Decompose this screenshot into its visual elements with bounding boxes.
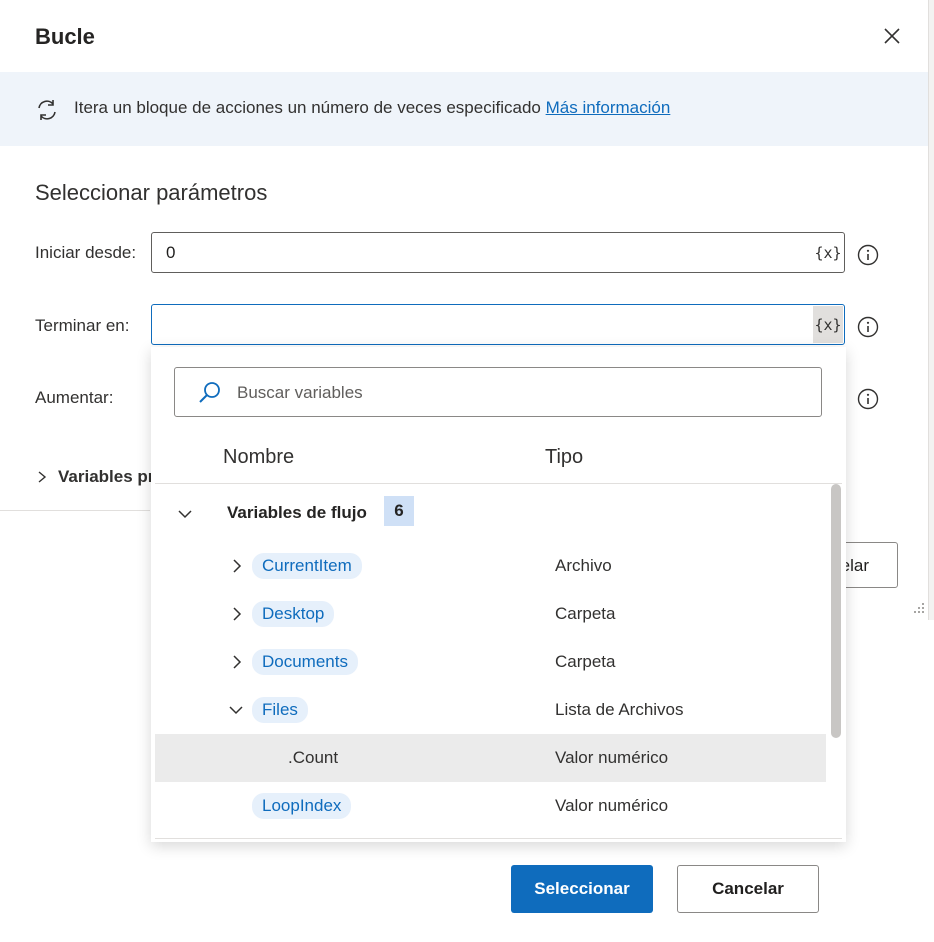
column-header-name[interactable]: Nombre xyxy=(223,446,294,469)
search-icon xyxy=(199,382,220,403)
start-from-value: 0 xyxy=(166,243,176,262)
variable-type: Valor numérico xyxy=(555,748,669,767)
variable-chip[interactable]: CurrentItem xyxy=(252,553,362,579)
variable-chip[interactable]: Files xyxy=(252,697,308,723)
variables-produced-toggle[interactable]: Variables pr xyxy=(58,467,154,487)
variable-chip[interactable]: LoopIndex xyxy=(252,793,352,819)
list-item-selected[interactable]: .Count Valor numérico xyxy=(155,734,826,782)
chevron-down-icon[interactable] xyxy=(228,702,244,718)
list-item[interactable]: CurrentItem Archivo xyxy=(155,542,826,590)
more-info-link[interactable]: Más información xyxy=(546,98,671,117)
dialog-title: Bucle xyxy=(35,24,95,49)
start-from-label: Iniciar desde: xyxy=(35,243,137,262)
variable-type: Lista de Archivos xyxy=(555,700,684,719)
section-title: Seleccionar parámetros xyxy=(35,180,268,205)
end-at-input[interactable]: {x} xyxy=(151,304,845,345)
header-divider xyxy=(155,483,842,484)
variable-chip[interactable]: Documents xyxy=(252,649,358,675)
close-icon xyxy=(884,28,900,44)
background-window-edge xyxy=(928,0,934,620)
resize-grip-icon[interactable] xyxy=(910,600,926,616)
footer-divider xyxy=(0,510,150,511)
increment-label: Aumentar: xyxy=(35,388,114,407)
select-button[interactable]: Seleccionar xyxy=(511,865,653,913)
variable-type: Carpeta xyxy=(555,604,616,623)
info-icon[interactable] xyxy=(857,316,879,338)
info-icon[interactable] xyxy=(857,244,879,266)
cancel-button[interactable]: Cancelar xyxy=(677,865,819,913)
variable-picker-button[interactable]: {x} xyxy=(813,234,843,271)
variable-type: Archivo xyxy=(555,556,612,575)
end-at-label: Terminar en: xyxy=(35,316,130,335)
chevron-down-icon[interactable] xyxy=(177,506,193,522)
chevron-right-icon[interactable] xyxy=(229,654,245,670)
list-item[interactable]: LoopIndex Valor numérico xyxy=(155,782,826,830)
variable-property: .Count xyxy=(288,748,339,767)
banner-description: Itera un bloque de acciones un número de… xyxy=(74,98,541,117)
list-item[interactable]: Desktop Carpeta xyxy=(155,590,826,638)
group-count-badge: 6 xyxy=(384,496,414,526)
banner-text: Itera un bloque de acciones un número de… xyxy=(74,98,670,118)
chevron-right-icon[interactable] xyxy=(229,558,245,574)
chevron-right-icon[interactable] xyxy=(229,606,245,622)
column-header-type[interactable]: Tipo xyxy=(545,446,583,469)
start-from-input[interactable]: 0 {x} xyxy=(151,232,845,273)
list-bottom-divider xyxy=(155,838,842,839)
loop-icon xyxy=(38,100,56,120)
variable-type: Carpeta xyxy=(555,652,616,671)
info-icon[interactable] xyxy=(857,388,879,410)
variable-type: Valor numérico xyxy=(555,796,669,815)
search-variables-input[interactable] xyxy=(235,376,799,410)
list-item[interactable]: Files Lista de Archivos xyxy=(155,686,826,734)
search-variables-box[interactable] xyxy=(174,367,822,417)
list-item[interactable]: Documents Carpeta xyxy=(155,638,826,686)
variable-picker-button-active[interactable]: {x} xyxy=(813,306,843,343)
group-label: Variables de flujo xyxy=(227,503,367,522)
list-scrollbar[interactable] xyxy=(831,484,841,738)
close-button[interactable] xyxy=(878,22,906,50)
group-row-flow-variables[interactable]: Variables de flujo 6 xyxy=(155,490,826,538)
variable-chip[interactable]: Desktop xyxy=(252,601,335,627)
chevron-right-icon[interactable] xyxy=(36,470,48,484)
